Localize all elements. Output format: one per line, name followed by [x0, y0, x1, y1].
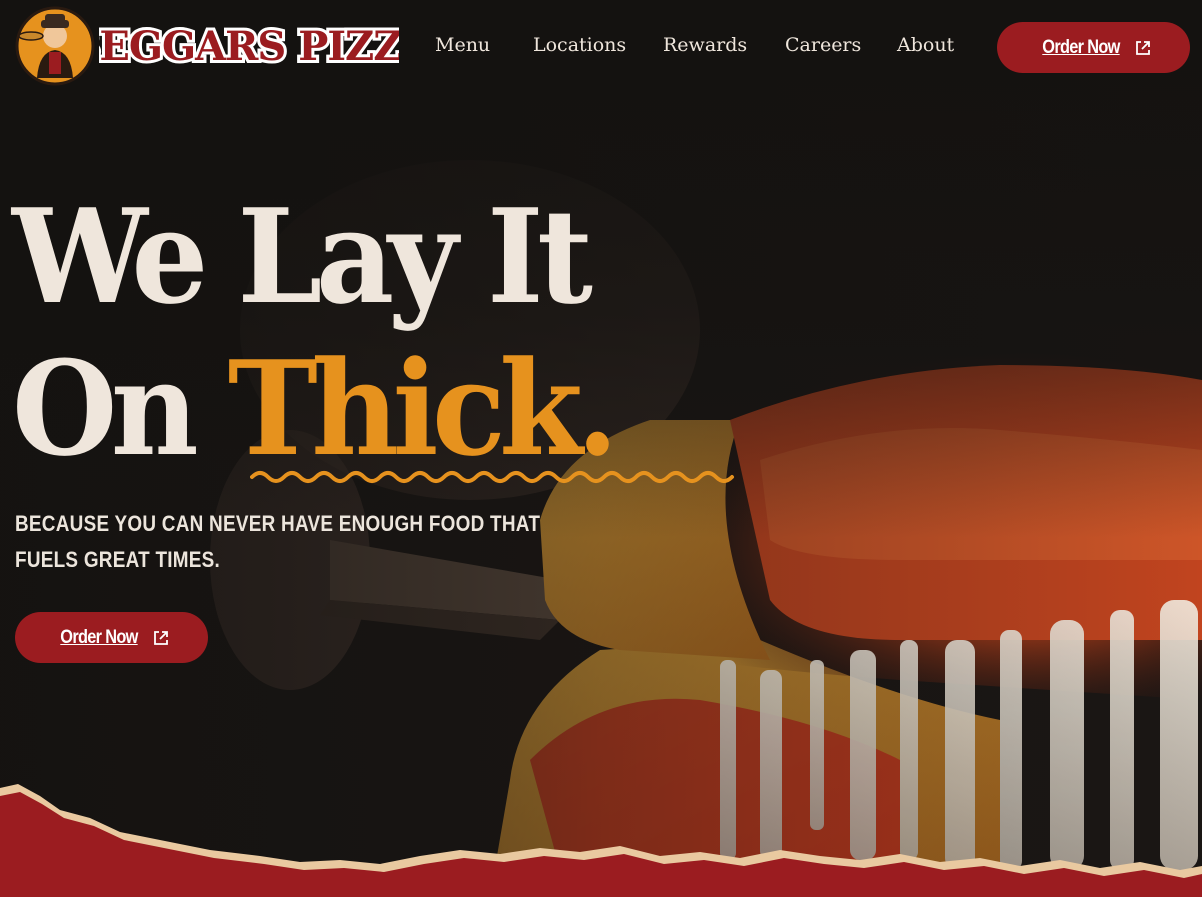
hero-subheading: Because you can never have enough food t… [15, 506, 575, 578]
nav-item-careers[interactable]: Careers [785, 34, 861, 56]
hero-order-now-label: Order Now [59, 626, 138, 648]
external-link-icon [154, 630, 169, 645]
header-order-now-label: Order Now [1041, 36, 1120, 58]
headline-line-2-plain: On [12, 332, 228, 485]
nav-item-about[interactable]: About [897, 34, 954, 56]
subheading-line-2: fuels great times. [15, 547, 221, 572]
site-header: BEGGARS PIZZA Menu Locations Rewards Car… [0, 0, 1202, 96]
headline-accent-word: Thick. [227, 332, 619, 485]
hero-order-now-button[interactable]: Order Now [15, 612, 208, 663]
nav-item-menu[interactable]: Menu [435, 34, 490, 56]
external-link-icon [1136, 40, 1151, 55]
subheading-line-1: Because you can never have enough food t… [15, 511, 541, 536]
headline-line-2: On Thick. [12, 332, 619, 485]
headline-line-1: We Lay It [12, 180, 593, 333]
nav-item-locations[interactable]: Locations [533, 34, 626, 56]
torn-paper-divider [0, 784, 1202, 897]
nav-item-rewards[interactable]: Rewards [663, 34, 747, 56]
accent-squiggle-underline [250, 471, 734, 483]
header-order-now-button[interactable]: Order Now [997, 22, 1190, 73]
